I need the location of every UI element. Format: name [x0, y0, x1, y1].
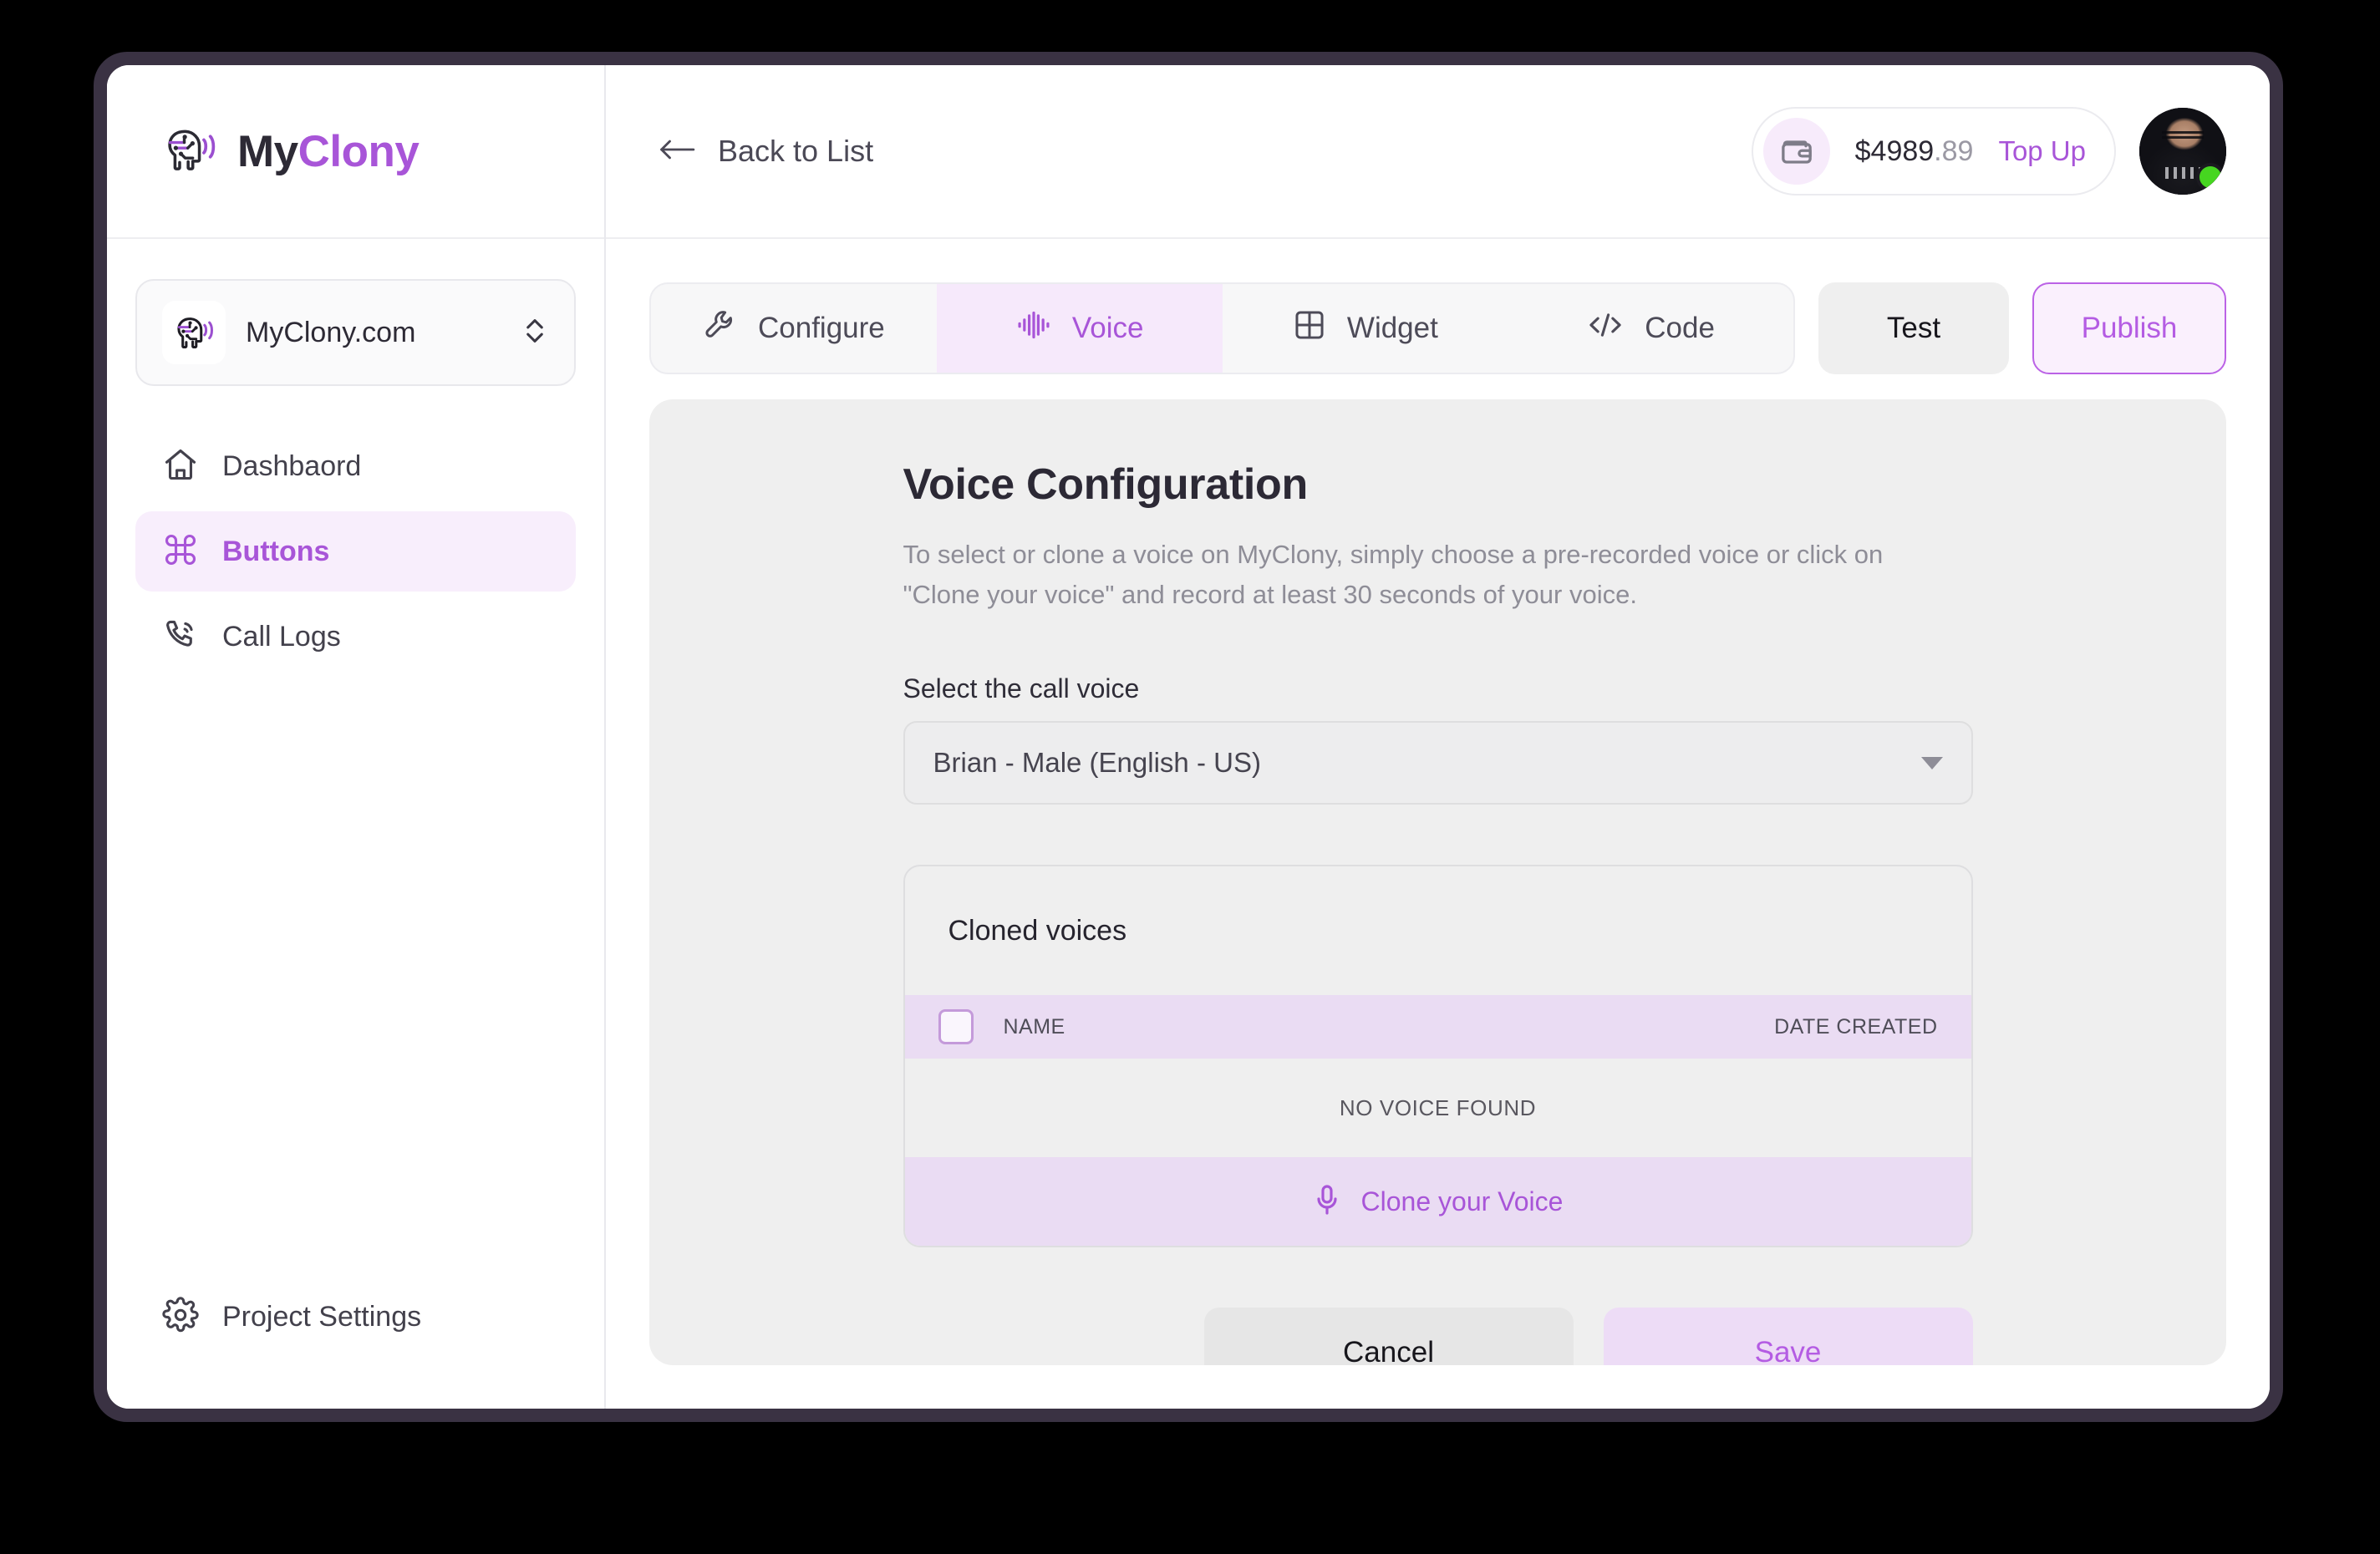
tab-label: Voice — [1071, 312, 1144, 344]
project-switcher[interactable]: MyClony.com — [135, 279, 576, 386]
code-brackets-icon — [1586, 307, 1625, 350]
back-to-list-button[interactable]: Back to List — [656, 134, 873, 169]
panel-title: Voice Configuration — [903, 460, 1309, 509]
device-bezel: MyClony MyClony.com Dashbaord Buttons Ca… — [94, 52, 2283, 1422]
voice-configuration-panel: Voice Configuration To select or clone a… — [649, 399, 2226, 1365]
wallet-icon — [1762, 118, 1830, 185]
tabstrip-row: Configure Voice Widget Code Test Publish — [606, 239, 2270, 374]
sidebar-item-label: Dashbaord — [222, 449, 362, 482]
publish-button[interactable]: Publish — [2032, 282, 2226, 374]
tabstrip: Configure Voice Widget Code — [649, 282, 1795, 374]
topbar-right: $4989.89 Top Up — [1751, 107, 2226, 196]
sidebar-item-dashboard[interactable]: Dashbaord — [135, 426, 576, 506]
sidebar-item-label: Call Logs — [222, 620, 341, 653]
brand-name-suffix: Clony — [298, 126, 420, 176]
tab-label: Configure — [757, 312, 885, 344]
home-icon — [162, 446, 199, 487]
caret-down-icon — [1920, 756, 1943, 769]
wallet-balance-pill[interactable]: $4989.89 Top Up — [1751, 107, 2116, 196]
panel-description: To select or clone a voice on MyClony, s… — [903, 540, 1884, 610]
brand-header: MyClony — [107, 65, 604, 239]
clony-head-waves-icon — [162, 301, 226, 364]
tab-voice[interactable]: Voice — [936, 284, 1223, 373]
project-switcher-label: MyClony.com — [246, 316, 416, 348]
phone-call-icon — [162, 617, 199, 658]
top-up-button[interactable]: Top Up — [1998, 135, 2086, 167]
main-content: Back to List $4989.89 Top Up Configure V… — [606, 65, 2270, 1409]
sidebar-item-call-logs[interactable]: Call Logs — [135, 597, 576, 677]
audio-waveform-icon — [1015, 307, 1052, 351]
balance-main: $4989 — [1854, 135, 1935, 167]
tab-widget[interactable]: Widget — [1223, 284, 1508, 373]
wrench-icon — [703, 307, 738, 350]
tab-configure[interactable]: Configure — [651, 284, 937, 373]
balance-cents: .89 — [1934, 135, 1974, 167]
test-button[interactable]: Test — [1818, 282, 2009, 374]
clony-head-waves-icon — [159, 119, 221, 185]
sidebar: MyClony MyClony.com Dashbaord Buttons Ca… — [107, 65, 606, 1409]
form-actions: Cancel Save — [903, 1308, 1973, 1365]
gear-icon — [162, 1296, 199, 1338]
grid-icon — [1292, 307, 1327, 350]
avatar-glasses — [2162, 131, 2204, 140]
panel-inner: Voice Configuration To select or clone a… — [903, 460, 1973, 1365]
avatar[interactable] — [2139, 108, 2226, 195]
sidebar-nav: Dashbaord Buttons Call Logs — [107, 426, 604, 677]
sidebar-item-label: Project Settings — [222, 1300, 422, 1333]
topbar: Back to List $4989.89 Top Up — [606, 65, 2270, 239]
save-button[interactable]: Save — [1603, 1308, 1973, 1365]
sidebar-footer: Project Settings — [107, 1277, 604, 1409]
sidebar-item-buttons[interactable]: Buttons — [135, 511, 576, 592]
clone-your-voice-button[interactable]: Clone your Voice — [904, 1157, 1971, 1247]
balance-amount: $4989.89 — [1855, 135, 1974, 168]
tab-code[interactable]: Code — [1508, 284, 1793, 373]
select-call-voice-label: Select the call voice — [903, 673, 1140, 704]
cancel-button[interactable]: Cancel — [1203, 1308, 1574, 1365]
microphone-icon — [1313, 1183, 1341, 1221]
page-title: MyClony — [237, 126, 420, 177]
arrow-left-icon — [656, 135, 698, 168]
voices-table-header: NAME DATE CREATED — [904, 995, 1971, 1059]
app-window: MyClony MyClony.com Dashbaord Buttons Ca… — [107, 65, 2270, 1409]
chevron-up-down-icon — [521, 312, 549, 353]
select-all-checkbox[interactable] — [938, 1009, 974, 1045]
call-voice-selected-value: Brian - Male (English - US) — [933, 747, 1261, 779]
back-to-list-label: Back to List — [718, 134, 874, 168]
tab-label: Widget — [1346, 312, 1438, 344]
sidebar-item-project-settings[interactable]: Project Settings — [135, 1277, 576, 1357]
column-header-name: NAME — [1003, 1014, 1065, 1039]
command-icon — [162, 531, 199, 572]
tab-label: Code — [1645, 312, 1715, 344]
cloned-voices-heading: Cloned voices — [948, 914, 1127, 947]
call-voice-select[interactable]: Brian - Male (English - US) — [903, 721, 1973, 805]
clone-your-voice-label: Clone your Voice — [1360, 1186, 1564, 1216]
status-badge — [2196, 163, 2225, 191]
cloned-voices-card: Cloned voices NAME DATE CREATED NO VOICE… — [903, 865, 1973, 1248]
sidebar-item-label: Buttons — [222, 535, 330, 567]
voices-empty-state: NO VOICE FOUND — [904, 1059, 1971, 1158]
brand-name-prefix: My — [237, 126, 298, 176]
column-header-date-created: DATE CREATED — [1774, 1014, 1938, 1039]
